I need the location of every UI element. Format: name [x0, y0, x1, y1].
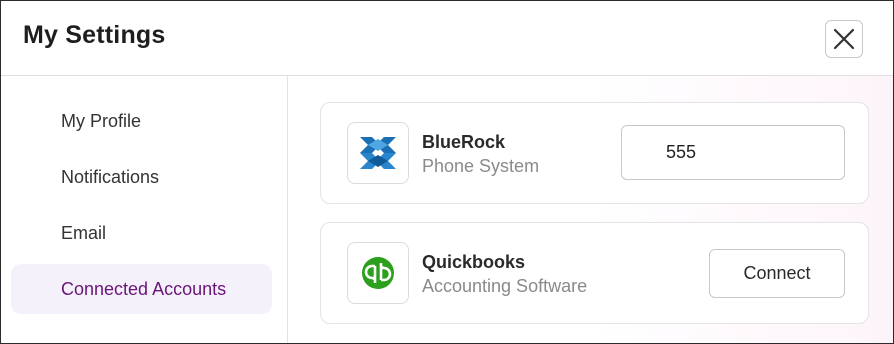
sidebar-item-notifications[interactable]: Notifications [11, 152, 272, 202]
close-icon [833, 28, 855, 50]
sidebar-item-my-profile[interactable]: My Profile [11, 96, 272, 146]
account-logo [347, 242, 409, 304]
settings-dialog: My Settings My Profile Notifications Ema… [0, 0, 894, 344]
sidebar-item-email[interactable]: Email [11, 208, 272, 258]
account-name: Quickbooks [422, 252, 526, 272]
sidebar-item-label: Email [61, 222, 107, 243]
dialog-title: My Settings [23, 21, 166, 49]
bluerock-logo-icon [360, 137, 396, 169]
connect-button[interactable]: Connect [709, 249, 845, 298]
close-button[interactable] [825, 20, 863, 58]
extension-input[interactable] [621, 125, 845, 180]
sidebar-item-label: Notifications [61, 166, 160, 187]
dialog-header: My Settings [1, 1, 893, 76]
account-type: Accounting Software [422, 276, 588, 296]
settings-sidebar: My Profile Notifications Email Connected… [1, 76, 288, 343]
account-name: BlueRock [422, 132, 506, 152]
account-card-quickbooks: Quickbooks Accounting Software Connect [320, 222, 869, 324]
account-logo [347, 122, 409, 184]
account-card-bluerock: BlueRock Phone System [320, 102, 869, 204]
account-type: Phone System [422, 156, 540, 176]
quickbooks-logo-icon [362, 257, 394, 289]
sidebar-item-connected-accounts[interactable]: Connected Accounts [11, 264, 272, 314]
connected-accounts-panel: BlueRock Phone System Quickbooks Account… [289, 76, 893, 343]
sidebar-item-label: Connected Accounts [61, 278, 227, 299]
sidebar-item-label: My Profile [61, 110, 142, 131]
